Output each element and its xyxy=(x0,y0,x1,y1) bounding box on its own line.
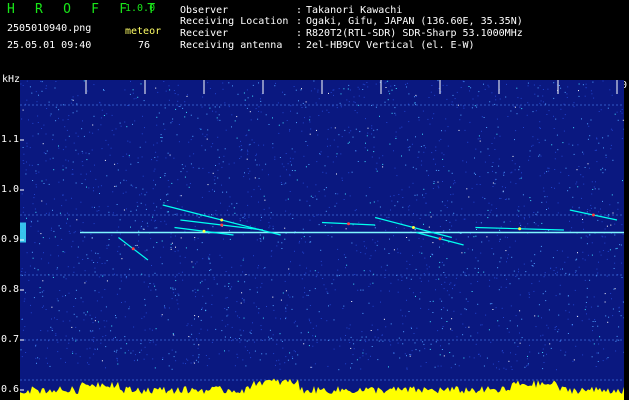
y-tick-label: 0.7 xyxy=(1,334,20,345)
meteor-echo-head xyxy=(518,227,522,231)
receiver-value: R820T2(RTL-SDR) SDR-Sharp 53.1000MHz xyxy=(306,28,523,39)
y-tick-label: 0.9 xyxy=(1,234,20,245)
image-filename: 2505010940.png xyxy=(7,23,92,34)
receiver-colon: : xyxy=(296,28,303,39)
meteor-label: meteor xyxy=(125,26,162,37)
meteor-echo-head xyxy=(591,213,595,217)
capture-datetime: 25.05.01 09:40 xyxy=(7,40,92,51)
app-version: 1.0.0 xyxy=(125,3,156,14)
location-label: Receiving Location xyxy=(180,16,289,27)
observer-colon: : xyxy=(296,5,303,16)
location-colon: : xyxy=(296,16,303,27)
antenna-label: Receiving antenna xyxy=(180,40,283,51)
y-tick-label: 0.8 xyxy=(1,284,20,295)
y-tick-label: 0.6 xyxy=(1,384,20,395)
noise-layer xyxy=(20,80,624,371)
y-axis-unit: kHz xyxy=(2,74,21,85)
antenna-colon: : xyxy=(296,40,303,51)
meteor-echo-head xyxy=(411,226,415,229)
spectrogram-svg xyxy=(20,80,624,400)
observer-value: Takanori Kawachi xyxy=(306,5,403,16)
spectrogram-plot xyxy=(20,80,624,400)
meteor-echo-head xyxy=(131,247,135,251)
y-tick-label: 1.0 xyxy=(1,184,20,195)
meteor-echo-head xyxy=(438,237,442,241)
meteor-echo-head xyxy=(202,229,206,233)
receiver-label: Receiver xyxy=(180,28,229,39)
hrofft-window: H R O F F T 1.0.0 2505010940.png meteor … xyxy=(0,0,629,400)
meteor-echo-head xyxy=(220,223,224,227)
level-bar xyxy=(20,378,624,400)
y-tick-label: 1.1 xyxy=(1,134,20,145)
meteor-echo-head xyxy=(347,222,351,226)
meteor-count: 76 xyxy=(138,40,151,51)
antenna-value: 2el-HB9CV Vertical (el. E-W) xyxy=(306,40,475,51)
location-value: Ogaki, Gifu, JAPAN (136.60E, 35.35N) xyxy=(306,16,523,27)
meteor-echo-head xyxy=(220,218,224,222)
observer-label: Observer xyxy=(180,5,229,16)
